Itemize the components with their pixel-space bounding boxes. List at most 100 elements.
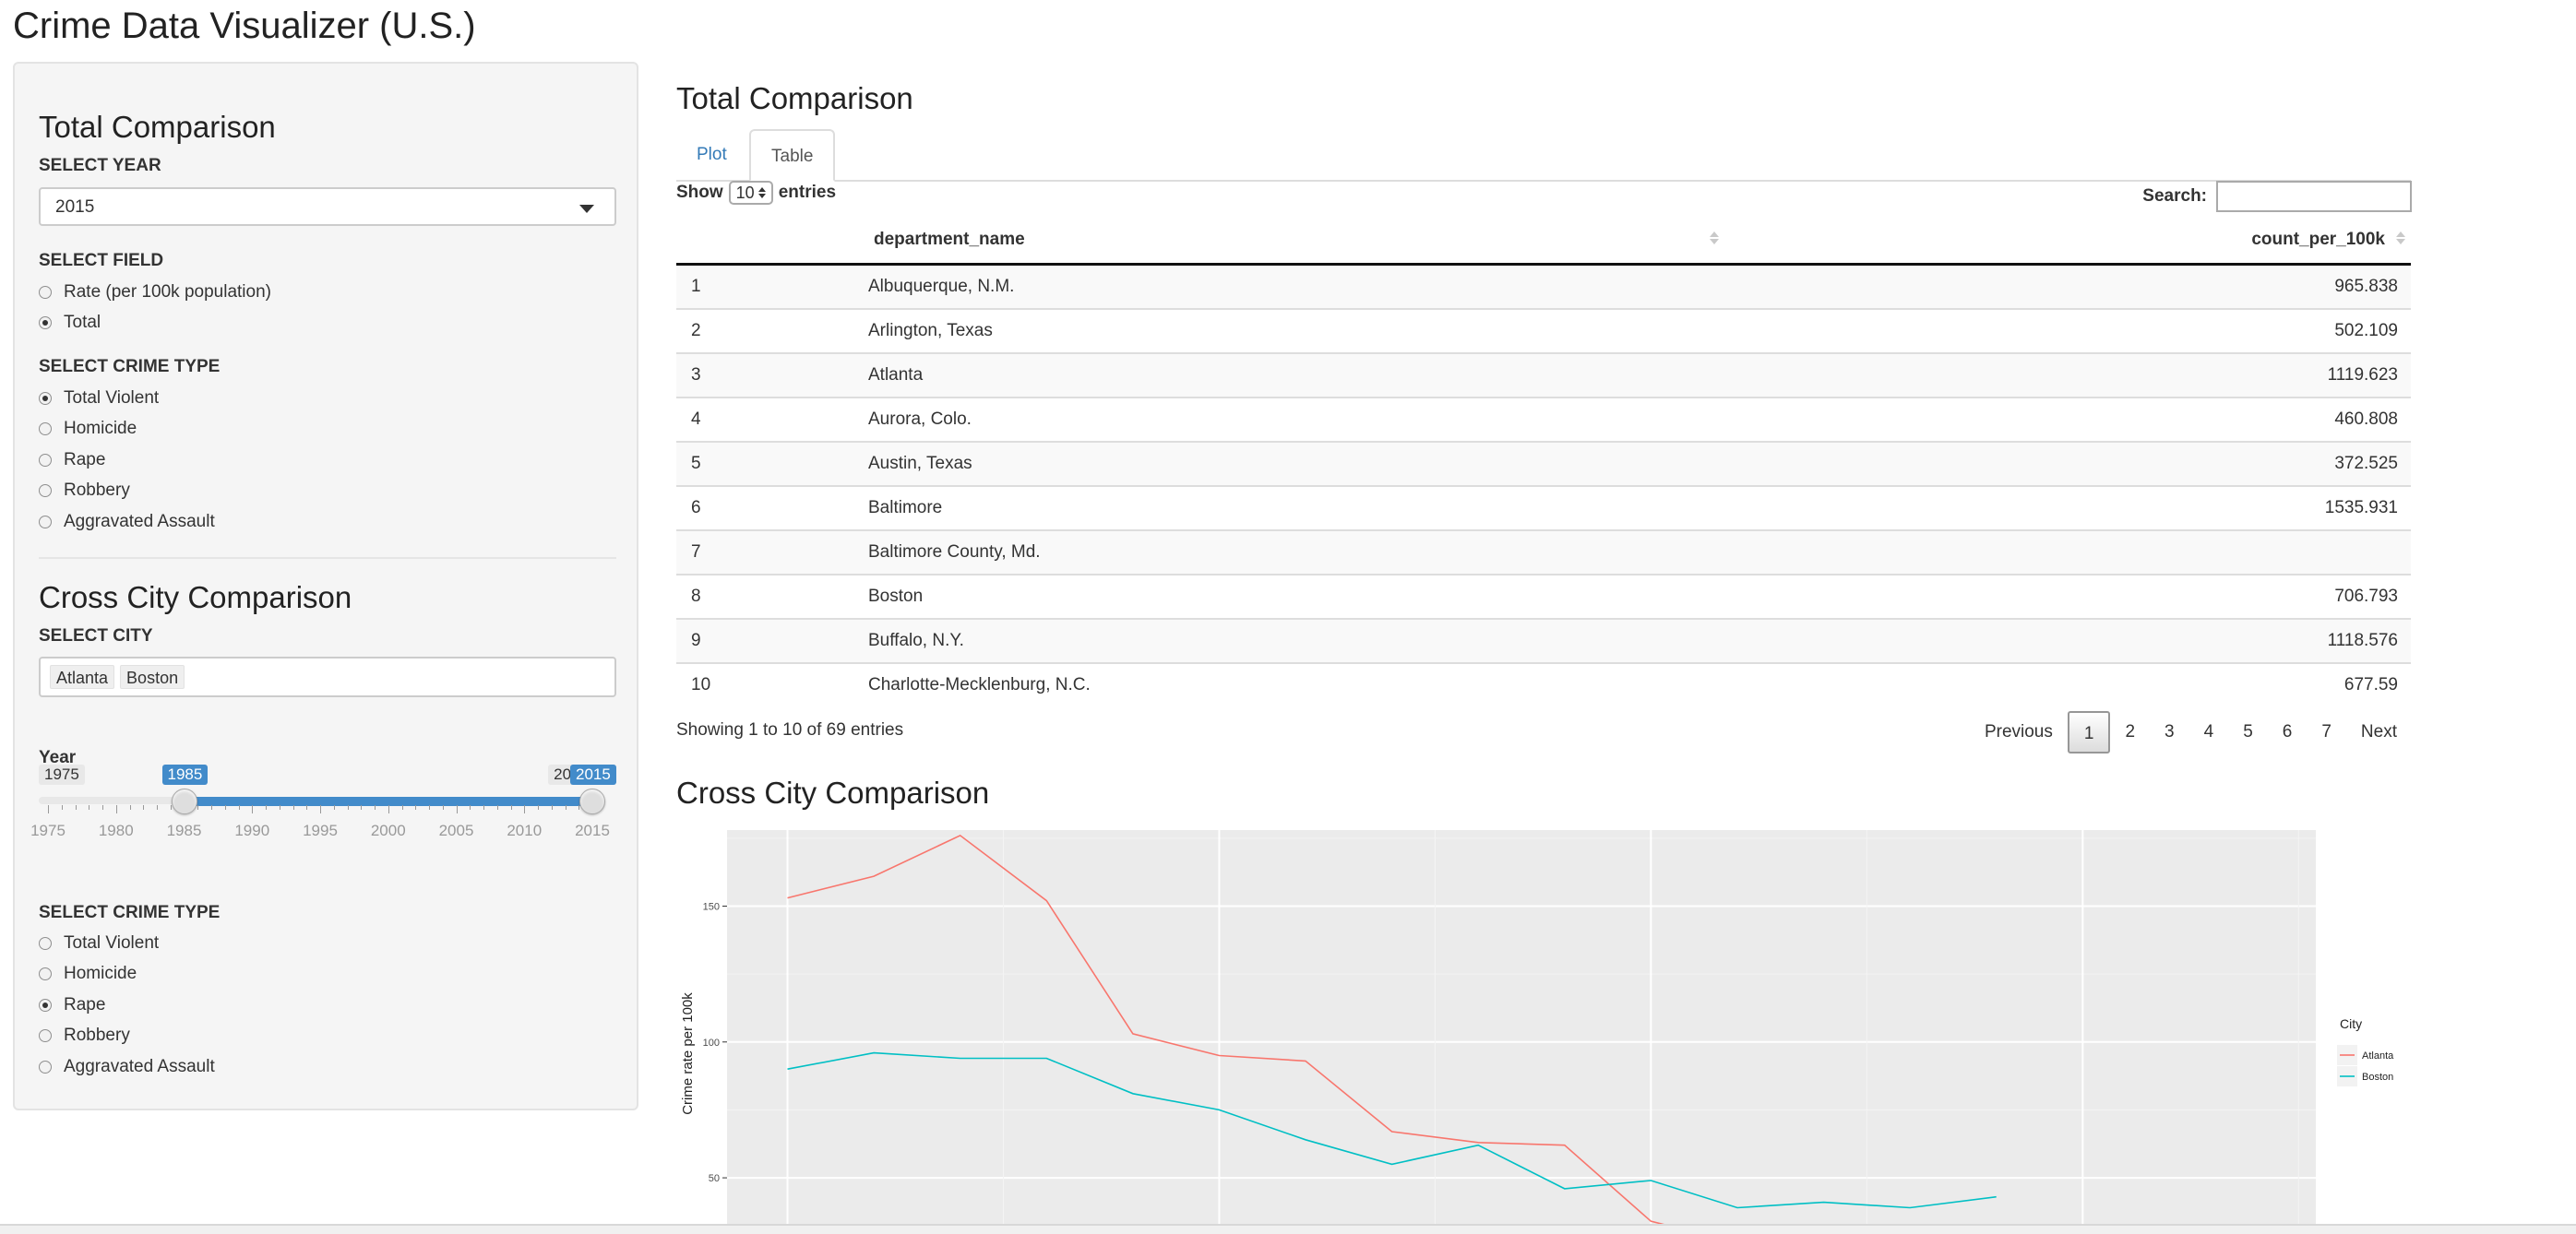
table-row[interactable]: 7 Baltimore County, Md.: [676, 529, 2411, 575]
pagination-next[interactable]: Next: [2346, 711, 2412, 753]
slider-tick-label: 2015: [575, 822, 610, 839]
radio-icon[interactable]: [39, 516, 52, 528]
cell-index: 4: [676, 397, 853, 442]
table-row[interactable]: 9 Buffalo, N.Y. 1118.576: [676, 618, 2411, 663]
cell-department-name: Baltimore County, Md.: [853, 529, 1724, 575]
crime-type-option-label: Aggravated Assault: [64, 512, 215, 531]
radio-checked-icon[interactable]: [39, 316, 52, 329]
data-table: department_name count_per_100k 1 Albuquer…: [676, 217, 2411, 706]
radio-icon[interactable]: [39, 422, 52, 435]
cell-index: 2: [676, 308, 853, 353]
table-row[interactable]: 4 Aurora, Colo. 460.808: [676, 397, 2411, 442]
slider-tick: [320, 805, 321, 813]
year-select[interactable]: 2015: [39, 187, 616, 226]
cell-count-per-100k: 1535.931: [1724, 485, 2411, 530]
select-city-label: SELECT CITY: [39, 626, 153, 646]
column-header-index[interactable]: [676, 217, 853, 266]
city-crime-type-option-robbery[interactable]: Robbery: [39, 1025, 130, 1047]
search-label: Search:: [2142, 186, 2207, 206]
entries-select-value: 10: [735, 183, 755, 202]
slider-from-handle[interactable]: [171, 789, 197, 814]
radio-icon[interactable]: [39, 286, 52, 299]
city-crime-type-option-homicide[interactable]: Homicide: [39, 963, 137, 985]
crime-type-option-total-violent[interactable]: Total Violent: [39, 387, 159, 409]
year-select-value: 2015: [55, 197, 95, 217]
city-token[interactable]: Atlanta: [50, 665, 115, 689]
cell-count-per-100k: 706.793: [1724, 574, 2411, 619]
field-option-rate[interactable]: Rate (per 100k population): [39, 281, 271, 303]
table-row[interactable]: 3 Atlanta 1119.623: [676, 352, 2411, 397]
radio-checked-icon[interactable]: [39, 999, 52, 1012]
slider-tick: [496, 805, 498, 810]
cell-count-per-100k: 965.838: [1724, 263, 2411, 309]
crime-type-option-homicide[interactable]: Homicide: [39, 418, 137, 440]
total-comparison-heading: Total Comparison: [39, 110, 276, 144]
pagination-page-5[interactable]: 5: [2228, 711, 2268, 753]
crime-type-option-label: Aggravated Assault: [64, 1057, 215, 1076]
slider-tick: [483, 805, 484, 810]
tab-plot[interactable]: Plot: [676, 129, 747, 180]
city-token[interactable]: Boston: [120, 665, 185, 689]
radio-checked-icon[interactable]: [39, 392, 52, 405]
table-row[interactable]: 2 Arlington, Texas 502.109: [676, 308, 2411, 353]
column-header-department-name[interactable]: department_name: [853, 217, 1724, 266]
pagination-page-6[interactable]: 6: [2268, 711, 2308, 753]
field-option-label: Rate (per 100k population): [64, 282, 271, 302]
total-comparison-heading: Total Comparison: [676, 81, 913, 115]
table-row[interactable]: 8 Boston 706.793: [676, 574, 2411, 619]
cell-index: 7: [676, 529, 853, 575]
city-multiselect[interactable]: Atlanta Boston: [39, 657, 616, 697]
pagination-page-4[interactable]: 4: [2189, 711, 2229, 753]
slider-tick: [292, 805, 294, 810]
slider-tick: [456, 805, 458, 813]
cell-index: 9: [676, 618, 853, 663]
cell-department-name: Charlotte-Mecklenburg, N.C.: [853, 662, 1724, 706]
cell-count-per-100k: 502.109: [1724, 308, 2411, 353]
city-crime-type-option-total-violent[interactable]: Total Violent: [39, 932, 159, 955]
year-range-slider[interactable]: 1975 2015 1985 2015 1975 1980 1985 1990 1995…: [30, 765, 629, 866]
table-row[interactable]: 10 Charlotte-Mecklenburg, N.C. 677.59: [676, 662, 2411, 706]
pagination-page-7[interactable]: 7: [2307, 711, 2346, 753]
radio-icon[interactable]: [39, 1029, 52, 1042]
city-crime-type-option-rape[interactable]: Rape: [39, 994, 105, 1016]
radio-icon[interactable]: [39, 937, 52, 950]
city-crime-type-option-aggravated-assault[interactable]: Aggravated Assault: [39, 1056, 215, 1078]
radio-icon[interactable]: [39, 454, 52, 467]
entries-label: entries: [778, 183, 837, 202]
cell-department-name: Austin, Texas: [853, 441, 1724, 486]
entries-select[interactable]: 10: [728, 181, 773, 205]
table-row[interactable]: 1 Albuquerque, N.M. 965.838: [676, 263, 2411, 309]
table-row[interactable]: 5 Austin, Texas 372.525: [676, 441, 2411, 486]
sidebar-panel: Total Comparison SELECT YEAR 2015 SELECT…: [13, 62, 638, 1110]
radio-icon[interactable]: [39, 1061, 52, 1074]
slider-tick: [429, 805, 430, 810]
column-header-label: count_per_100k: [2251, 230, 2385, 249]
tab-table[interactable]: Table: [749, 129, 836, 182]
search-input[interactable]: [2216, 181, 2412, 212]
crime-type-option-aggravated-assault[interactable]: Aggravated Assault: [39, 511, 215, 533]
column-header-label: department_name: [874, 230, 1025, 249]
cell-department-name: Buffalo, N.Y.: [853, 618, 1724, 663]
slider-min-label: 1975: [39, 765, 85, 785]
plot-panel: [727, 830, 2316, 1232]
select-crime-type-label: SELECT CRIME TYPE: [39, 903, 221, 922]
cell-count-per-100k: [1724, 529, 2411, 575]
cell-count-per-100k: 1118.576: [1724, 618, 2411, 663]
horizontal-scrollbar[interactable]: [0, 1224, 2576, 1234]
table-row[interactable]: 6 Baltimore 1535.931: [676, 485, 2411, 530]
slider-tick: [470, 805, 471, 810]
pagination-page-1[interactable]: 1: [2067, 711, 2111, 753]
radio-icon[interactable]: [39, 484, 52, 497]
field-option-total[interactable]: Total: [39, 312, 101, 334]
sort-icon: [1710, 231, 1719, 244]
slider-tick: [388, 805, 389, 813]
pagination-page-3[interactable]: 3: [2150, 711, 2189, 753]
pagination-previous[interactable]: Previous: [1970, 711, 2068, 753]
radio-icon[interactable]: [39, 967, 52, 980]
table-info: Showing 1 to 10 of 69 entries: [676, 720, 904, 740]
crime-type-option-robbery[interactable]: Robbery: [39, 480, 130, 502]
crime-type-option-rape[interactable]: Rape: [39, 449, 105, 471]
column-header-count-per-100k[interactable]: count_per_100k: [1724, 217, 2411, 266]
pagination-page-2[interactable]: 2: [2110, 711, 2150, 753]
slider-to-handle[interactable]: [579, 789, 605, 814]
